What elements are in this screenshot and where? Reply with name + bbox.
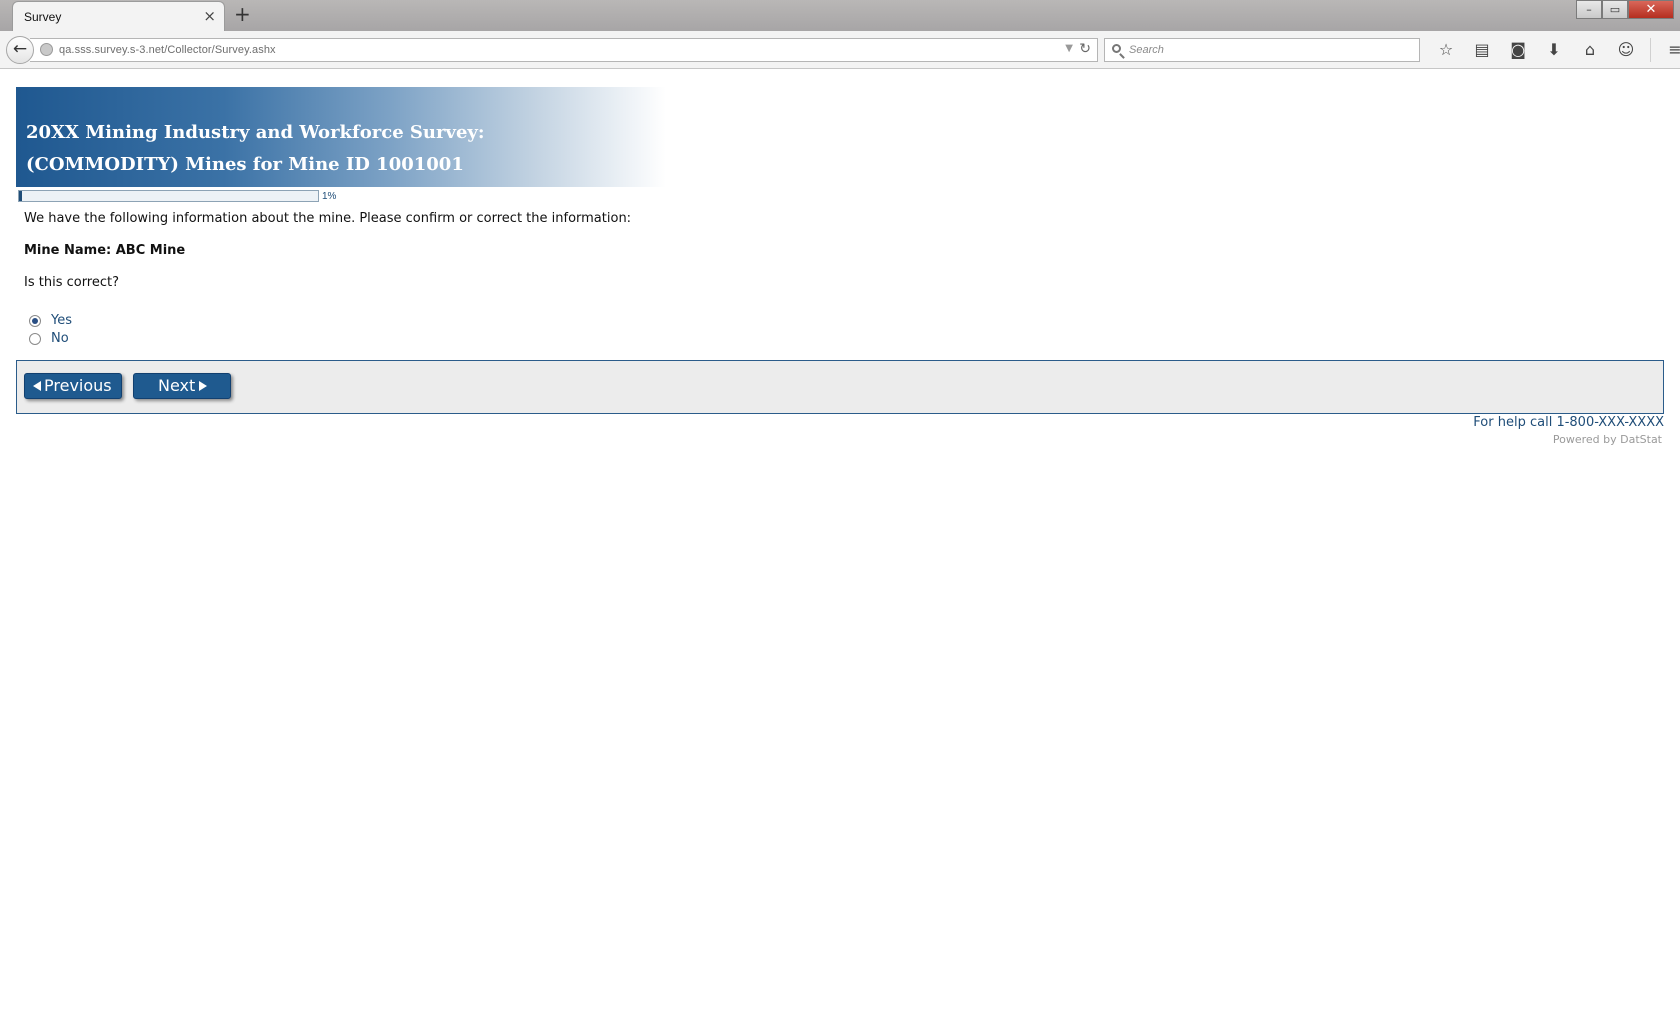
powered-by[interactable]: Powered by DatStat xyxy=(1553,433,1662,446)
close-window-button[interactable]: ✕ xyxy=(1628,0,1674,19)
survey-title: 20XX Mining Industry and Workforce Surve… xyxy=(26,117,485,181)
radio-no[interactable] xyxy=(29,332,41,345)
url-text[interactable]: qa.sss.survey.s-3.net/Collector/Survey.a… xyxy=(59,44,276,56)
option-no-label[interactable]: No xyxy=(51,331,69,346)
question-text: Is this correct? xyxy=(24,275,120,290)
browser-navbar: qa.sss.survey.s-3.net/Collector/Survey.a… xyxy=(0,31,1680,69)
next-button[interactable]: Next xyxy=(133,373,231,399)
chat-icon[interactable]: ☺ xyxy=(1608,38,1644,62)
option-yes[interactable]: Yes xyxy=(29,313,72,328)
pocket-icon[interactable]: ◙ xyxy=(1500,38,1536,62)
back-arrow-icon: ← xyxy=(12,39,28,59)
star-icon[interactable]: ☆ xyxy=(1428,38,1464,62)
previous-label: Previous xyxy=(44,376,112,395)
search-input[interactable]: Search xyxy=(1104,38,1420,62)
option-no[interactable]: No xyxy=(29,331,69,346)
url-dropdown-icon[interactable]: ▼ xyxy=(1065,43,1073,54)
tab-title: Survey xyxy=(24,10,62,24)
survey-nav-panel: Previous Next xyxy=(16,360,1664,414)
maximize-button[interactable]: ▭ xyxy=(1602,0,1628,19)
reload-icon[interactable]: ↻ xyxy=(1079,41,1091,57)
progress-fill xyxy=(19,191,22,201)
mine-name: Mine Name: ABC Mine xyxy=(24,243,186,258)
radio-yes[interactable] xyxy=(29,314,41,327)
home-icon[interactable]: ⌂ xyxy=(1572,38,1608,62)
toolbar-divider xyxy=(1650,38,1651,62)
arrow-right-icon xyxy=(199,381,208,391)
menu-icon[interactable]: ≡ xyxy=(1657,38,1680,62)
new-tab-icon[interactable]: + xyxy=(234,4,251,24)
reading-list-icon[interactable]: ▤ xyxy=(1464,38,1500,62)
tab-close-icon[interactable]: × xyxy=(203,8,216,24)
survey-header: 20XX Mining Industry and Workforce Surve… xyxy=(16,87,666,187)
arrow-left-icon xyxy=(33,381,41,391)
progress-bar xyxy=(18,190,319,202)
previous-button[interactable]: Previous xyxy=(24,373,122,399)
help-text: For help call 1-800-XXX-XXXX xyxy=(1473,415,1664,430)
browser-tab[interactable]: Survey × xyxy=(12,1,225,31)
browser-titlebar: Survey × + – ▭ ✕ xyxy=(0,0,1680,31)
minimize-button[interactable]: – xyxy=(1576,0,1602,19)
progress-label: 1% xyxy=(322,191,337,202)
option-yes-label[interactable]: Yes xyxy=(51,313,72,328)
browser-toolbar: ☆ ▤ ◙ ⬇ ⌂ ☺ ≡ xyxy=(1428,38,1680,62)
question-intro: We have the following information about … xyxy=(24,211,632,226)
url-bar[interactable]: qa.sss.survey.s-3.net/Collector/Survey.a… xyxy=(30,38,1098,62)
search-placeholder: Search xyxy=(1129,44,1164,56)
download-icon[interactable]: ⬇ xyxy=(1536,38,1572,62)
search-icon xyxy=(1112,44,1121,53)
globe-icon xyxy=(40,43,53,56)
back-button[interactable]: ← xyxy=(6,36,34,64)
survey-title-line2: (COMMODITY) Mines for Mine ID 1001001 xyxy=(26,154,464,175)
survey-title-line1: 20XX Mining Industry and Workforce Surve… xyxy=(26,122,485,143)
window-controls: – ▭ ✕ xyxy=(1576,0,1674,20)
next-label: Next xyxy=(158,376,196,395)
